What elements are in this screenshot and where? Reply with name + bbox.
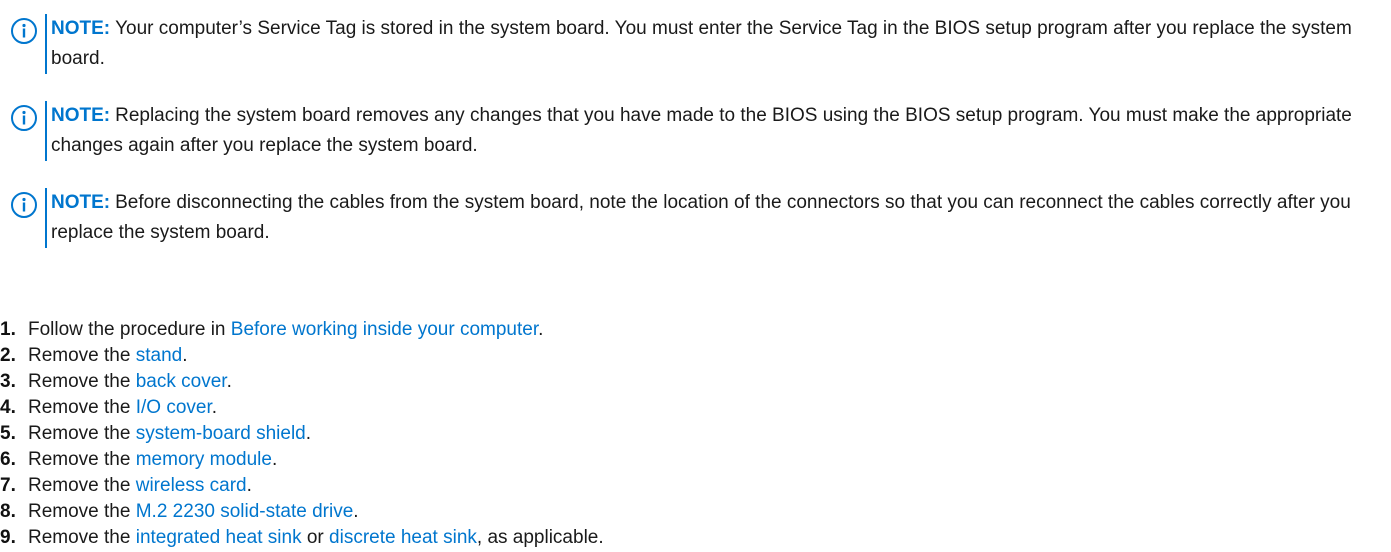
step-4: 4. Remove the I/O cover. [0, 395, 604, 421]
link-stand[interactable]: stand [136, 345, 182, 366]
note-1: NOTE: Your computer’s Service Tag is stor… [0, 14, 1381, 74]
step-number: 3. [0, 371, 16, 392]
step-9: 9. Remove the integrated heat sink or dis… [0, 525, 604, 551]
step-6: 6. Remove the memory module. [0, 447, 604, 473]
step-text: Follow the procedure in [28, 319, 231, 340]
link-discrete-heat-sink[interactable]: discrete heat sink [329, 527, 477, 548]
link-integrated-heat-sink[interactable]: integrated heat sink [136, 527, 302, 548]
step-suffix: . [353, 501, 359, 522]
note-1-text: Your computer’s Service Tag is stored in… [51, 18, 1352, 69]
step-suffix: . [305, 423, 312, 444]
note-1-body: NOTE: Your computer’s Service Tag is stor… [45, 14, 1381, 74]
step-text: Remove the [28, 371, 136, 392]
note-2-text: Replacing the system board removes any c… [51, 105, 1352, 156]
step-suffix: . [182, 345, 188, 366]
step-suffix: , as applicable. [476, 527, 604, 548]
step-suffix: . [226, 371, 232, 392]
step-number: 9. [0, 527, 16, 548]
note-2-label: NOTE: [51, 105, 111, 126]
note-2: NOTE: Replacing the system board removes … [0, 101, 1381, 161]
step-text: Remove the [28, 345, 136, 366]
link-before-working-inside[interactable]: Before working inside your computer [231, 319, 538, 340]
info-icon [11, 192, 37, 218]
step-number: 8. [0, 501, 16, 522]
note-2-body: NOTE: Replacing the system board removes … [45, 101, 1381, 161]
info-icon [11, 105, 37, 131]
step-text: Remove the [28, 423, 136, 444]
step-3: 3. Remove the back cover. [0, 369, 604, 395]
step-text: Remove the [28, 475, 136, 496]
step-suffix: . [271, 449, 278, 470]
step-suffix: . [246, 475, 252, 496]
step-number: 4. [0, 397, 16, 418]
note-3-label: NOTE: [51, 192, 111, 213]
link-wireless-card[interactable]: wireless card [136, 475, 247, 496]
note-1-label: NOTE: [51, 18, 111, 39]
link-back-cover[interactable]: back cover [136, 371, 227, 392]
step-text: Remove the [28, 527, 136, 548]
step-8: 8. Remove the M.2 2230 solid-state drive. [0, 499, 604, 525]
note-3: NOTE: Before disconnecting the cables fro… [0, 188, 1381, 248]
step-suffix: . [538, 319, 544, 340]
step-5: 5. Remove the system-board shield. [0, 421, 604, 447]
procedure-steps: 1. Follow the procedure in Before working… [0, 317, 604, 551]
step-2: 2. Remove the stand. [0, 343, 604, 369]
link-system-board-shield[interactable]: system-board shield [136, 423, 306, 444]
step-text: Remove the [28, 449, 136, 470]
step-1: 1. Follow the procedure in Before working… [0, 317, 604, 343]
note-3-text: Before disconnecting the cables from the… [51, 192, 1351, 243]
step-suffix: . [211, 397, 218, 418]
link-memory-module[interactable]: memory module [136, 449, 272, 470]
note-3-body: NOTE: Before disconnecting the cables fro… [45, 188, 1381, 248]
step-number: 2. [0, 345, 16, 366]
step-number: 1. [0, 319, 16, 340]
step-7: 7. Remove the wireless card. [0, 473, 604, 499]
step-number: 6. [0, 449, 16, 470]
info-icon [11, 18, 37, 44]
link-m2-2230-ssd[interactable]: M.2 2230 solid-state drive [136, 501, 354, 522]
link-io-cover[interactable]: I/O cover [136, 397, 212, 418]
step-number: 7. [0, 475, 16, 496]
step-text: Remove the [28, 501, 136, 522]
step-text: Remove the [28, 397, 136, 418]
step-text-or: or [301, 527, 330, 548]
step-number: 5. [0, 423, 16, 444]
